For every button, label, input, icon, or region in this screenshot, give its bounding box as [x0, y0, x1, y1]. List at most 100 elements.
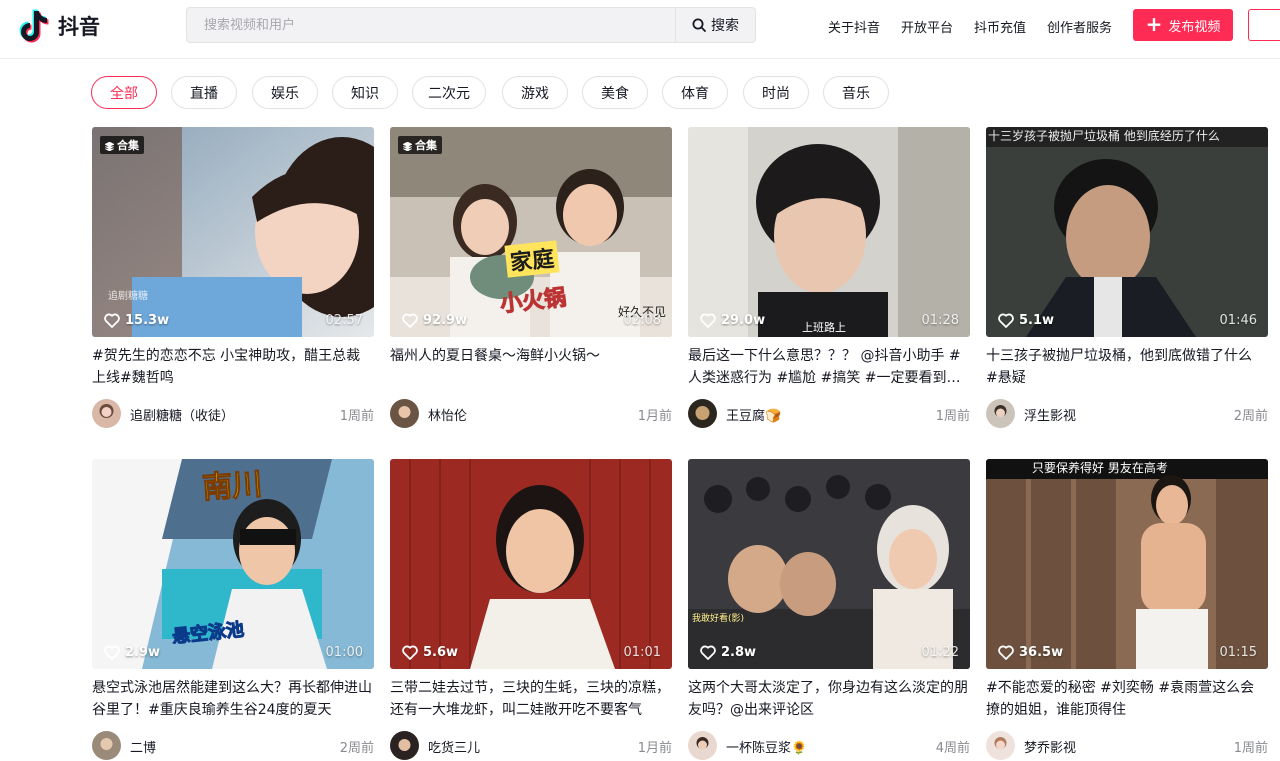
author-name[interactable]: 梦乔影视 [1024, 737, 1076, 756]
nav-recharge[interactable]: 抖币充值 [974, 17, 1026, 36]
avatar[interactable] [92, 399, 121, 428]
login-button[interactable] [1248, 9, 1280, 41]
video-thumbnail[interactable]: 南川 悬空泳池 2.9w 01:00 [92, 459, 374, 669]
video-duration: 01:01 [623, 645, 661, 660]
category-chip-food[interactable]: 美食 [582, 76, 648, 109]
author-name[interactable]: 追剧糖糖（收徒） [130, 405, 234, 424]
search-button-label: 搜索 [711, 18, 739, 34]
like-count: 5.1w [998, 313, 1054, 328]
overlay-watermark: 追剧糖糖 [108, 291, 148, 302]
post-time: 2周前 [1233, 409, 1268, 424]
post-time: 1周前 [935, 409, 970, 424]
avatar[interactable] [390, 731, 419, 760]
avatar[interactable] [390, 399, 419, 428]
category-chip-fashion[interactable]: 时尚 [743, 76, 809, 109]
avatar[interactable] [92, 731, 121, 760]
video-card[interactable]: 南川 悬空泳池 2.9w 01:00 悬空式泳池居然能建到这么大？再长都伸进山谷… [92, 459, 374, 761]
author-name[interactable]: 二博 [130, 737, 156, 756]
category-chip-entertainment[interactable]: 娱乐 [252, 76, 318, 109]
search-button[interactable]: 搜索 [675, 8, 755, 42]
category-chip-knowledge[interactable]: 知识 [332, 76, 398, 109]
video-duration: 01:15 [1219, 645, 1257, 660]
nav-creator-service[interactable]: 创作者服务 [1047, 17, 1112, 36]
category-chip-games[interactable]: 游戏 [502, 76, 568, 109]
video-duration: 01:46 [1219, 313, 1257, 328]
video-duration: 01:22 [921, 645, 959, 660]
video-thumbnail[interactable]: 家庭 小火锅 好久不见 合集 92.9w 02:08 [390, 127, 672, 337]
avatar[interactable] [986, 731, 1015, 760]
author-name[interactable]: 林怡伦 [428, 405, 467, 424]
heart-icon [104, 313, 120, 328]
category-chip-sports[interactable]: 体育 [662, 76, 728, 109]
nav-open-platform[interactable]: 开放平台 [901, 17, 953, 36]
video-title[interactable]: 福州人的夏日餐桌～海鲜小火锅～ [390, 345, 672, 389]
collection-badge: 合集 [398, 136, 442, 154]
thumbnail-image [986, 459, 1268, 669]
douyin-logo-icon [19, 9, 49, 43]
video-thumbnail[interactable]: 我敢好看(影) 2.8w 01:22 [688, 459, 970, 669]
video-card[interactable]: 我敢好看(影) 2.8w 01:22 这两个大哥太淡定了，你身边有这么淡定的朋友… [688, 459, 970, 761]
video-title[interactable]: 这两个大哥太淡定了，你身边有这么淡定的朋友吗？@出来评论区 [688, 677, 970, 721]
author-name[interactable]: 一杯陈豆浆🌻 [726, 737, 807, 756]
publish-video-button[interactable]: + 发布视频 [1133, 9, 1233, 41]
heart-icon [402, 313, 418, 328]
post-time: 1月前 [637, 741, 672, 756]
search-icon [692, 18, 706, 32]
video-card[interactable]: 十三岁孩子被抛尸垃圾桶 他到底经历了什么 5.1w 01:46 十三孩子被抛尸垃… [986, 127, 1268, 429]
avatar[interactable] [986, 399, 1015, 428]
heart-icon [402, 645, 418, 660]
video-thumbnail[interactable]: 上班路上 29.0w 01:28 [688, 127, 970, 337]
publish-video-label: 发布视频 [1168, 19, 1221, 35]
overlay-caption: 上班路上 [802, 321, 846, 334]
logo-text: 抖音 [58, 15, 100, 39]
video-title[interactable]: #贺先生的恋恋不忘 小宝神助攻，醋王总裁上线#魏哲鸣 [92, 345, 374, 389]
avatar[interactable] [688, 731, 717, 760]
like-count: 36.5w [998, 645, 1063, 660]
author-name[interactable]: 王豆腐🍞 [726, 405, 781, 424]
nav-about[interactable]: 关于抖音 [828, 17, 880, 36]
category-chip-live[interactable]: 直播 [171, 76, 237, 109]
video-meta: 二博 2周前 [92, 731, 374, 761]
video-title[interactable]: 三带二娃去过节，三块的生蚝，三块的凉糕，还有一大堆龙虾，叫二娃敞开吃不要客气 [390, 677, 672, 721]
video-duration: 02:57 [325, 313, 363, 328]
video-thumbnail[interactable]: 5.6w 01:01 [390, 459, 672, 669]
thumbnail-image [390, 459, 672, 669]
video-meta: 浮生影视 2周前 [986, 399, 1268, 429]
like-count: 92.9w [402, 313, 467, 328]
video-title[interactable]: 最后这一下什么意思？？？ @抖音小助手 #人类迷惑行为 #尴尬 #搞笑 #一定要… [688, 345, 970, 389]
video-meta: 吃货三儿 1月前 [390, 731, 672, 761]
video-title[interactable]: 十三孩子被抛尸垃圾桶，他到底做错了什么 #悬疑 [986, 345, 1268, 389]
stack-icon [402, 141, 413, 151]
video-card[interactable]: 只要保养得好 男友在高考 36.5w 01:15 #不能恋爱的秘密 #刘奕畅 #… [986, 459, 1268, 761]
video-duration: 01:28 [921, 313, 959, 328]
author-name[interactable]: 吃货三儿 [428, 737, 480, 756]
video-thumbnail[interactable]: 十三岁孩子被抛尸垃圾桶 他到底经历了什么 5.1w 01:46 [986, 127, 1268, 337]
heart-icon [104, 645, 120, 660]
douyin-logo[interactable]: 抖音 [18, 6, 100, 46]
top-header: 抖音 搜索 关于抖音 开放平台 抖币充值 创作者服务 + 发布视频 [0, 0, 1280, 59]
overlay-title: 南川 [201, 466, 264, 507]
video-card[interactable]: 追剧糖糖 合集 15.3w 02:57 #贺先生的恋恋不忘 小宝神助攻，醋王总裁… [92, 127, 374, 429]
video-card[interactable]: 上班路上 29.0w 01:28 最后这一下什么意思？？？ @抖音小助手 #人类… [688, 127, 970, 429]
video-duration: 02:08 [623, 313, 661, 328]
video-meta: 王豆腐🍞 1周前 [688, 399, 970, 429]
author-name[interactable]: 浮生影视 [1024, 405, 1076, 424]
category-chip-music[interactable]: 音乐 [823, 76, 889, 109]
video-meta: 林怡伦 1月前 [390, 399, 672, 429]
video-thumbnail[interactable]: 只要保养得好 男友在高考 36.5w 01:15 [986, 459, 1268, 669]
collection-badge: 合集 [100, 136, 144, 154]
overlay-caption: 我敢好看(影) [692, 614, 745, 624]
like-count: 5.6w [402, 645, 458, 660]
category-chip-anime[interactable]: 二次元 [412, 76, 486, 109]
video-card[interactable]: 5.6w 01:01 三带二娃去过节，三块的生蚝，三块的凉糕，还有一大堆龙虾，叫… [390, 459, 672, 761]
video-title[interactable]: 悬空式泳池居然能建到这么大？再长都伸进山谷里了！#重庆良瑜养生谷24度的夏天 [92, 677, 374, 721]
video-card[interactable]: 家庭 小火锅 好久不见 合集 92.9w 02:08 福州人的夏日餐桌～海鲜小火… [390, 127, 672, 429]
category-chip-all[interactable]: 全部 [91, 76, 157, 109]
video-thumbnail[interactable]: 追剧糖糖 合集 15.3w 02:57 [92, 127, 374, 337]
heart-icon [700, 313, 716, 328]
post-time: 4周前 [935, 741, 970, 756]
search-input[interactable] [187, 8, 677, 42]
video-title[interactable]: #不能恋爱的秘密 #刘奕畅 #袁雨萱这么会撩的姐姐，谁能顶得住 [986, 677, 1268, 721]
thumbnail-image [92, 127, 374, 337]
avatar[interactable] [688, 399, 717, 428]
